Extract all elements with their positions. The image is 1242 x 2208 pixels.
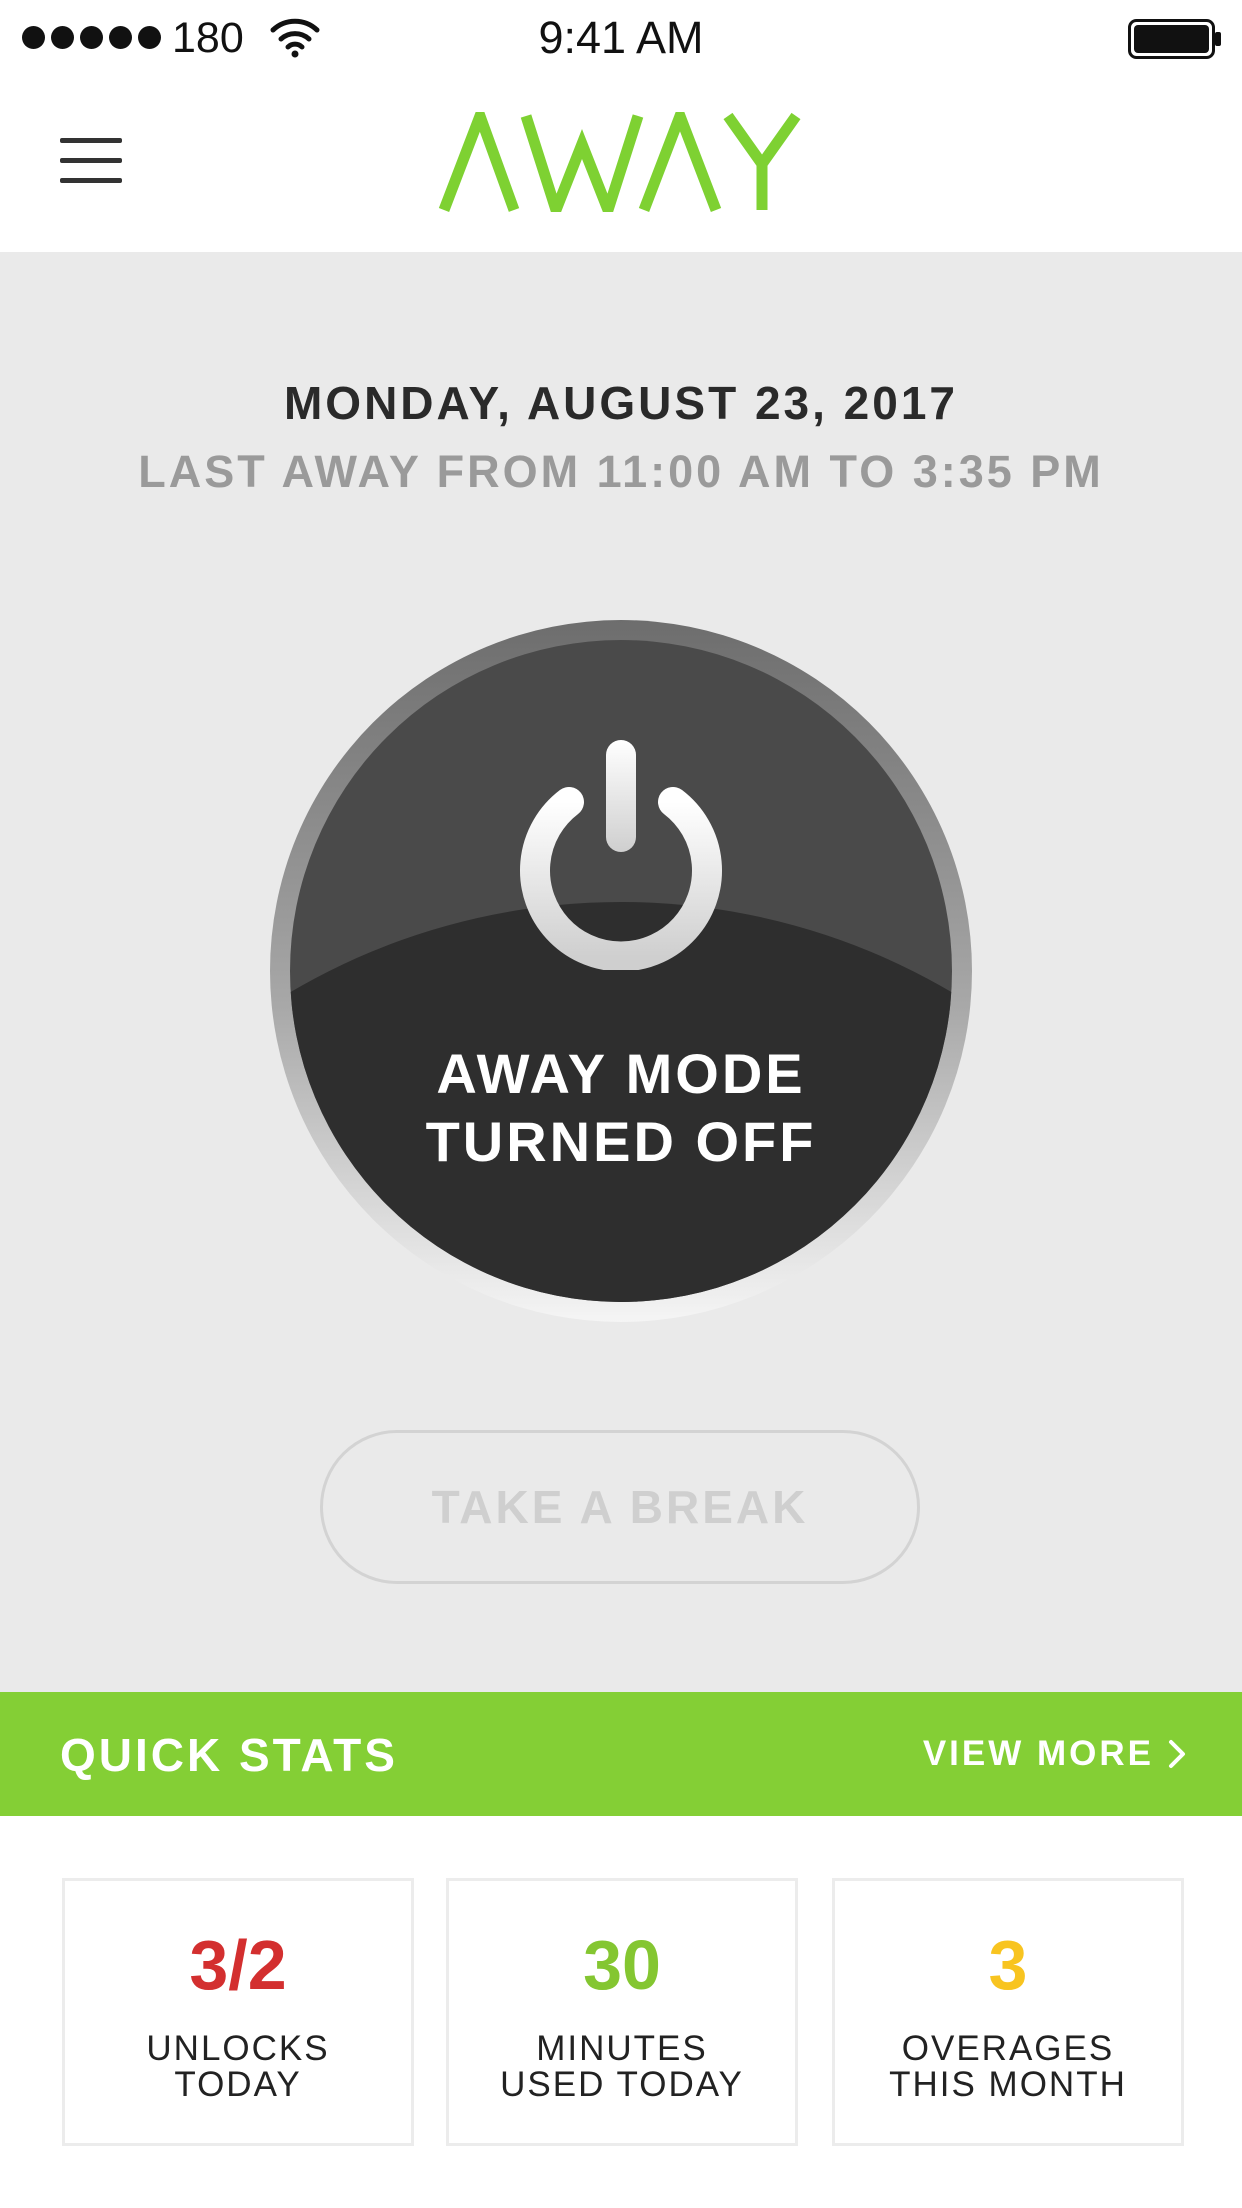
- stat-label-line: THIS MONTH: [889, 2065, 1127, 2104]
- stat-card-minutes: 30 MINUTES USED TODAY: [446, 1878, 798, 2146]
- power-icon: [520, 740, 722, 970]
- stat-card-unlocks: 3/2 UNLOCKS TODAY: [62, 1878, 414, 2146]
- stat-card-overages: 3 OVERAGES THIS MONTH: [832, 1878, 1184, 2146]
- stat-label: UNLOCKS TODAY: [65, 2031, 411, 2103]
- away-mode-status: TURNED OFF: [425, 1110, 817, 1173]
- stat-label-line: USED TODAY: [500, 2065, 744, 2104]
- main-panel: MONDAY, AUGUST 23, 2017 LAST AWAY FROM 1…: [0, 252, 1242, 1692]
- away-mode-label: AWAY MODE: [436, 1042, 806, 1105]
- stat-value: 3: [988, 1926, 1028, 2004]
- stat-label-line: OVERAGES: [901, 2029, 1115, 2068]
- view-more-label: VIEW MORE: [922, 1734, 1154, 1773]
- stat-value: 30: [583, 1926, 661, 2004]
- quick-stats-title: QUICK STATS: [60, 1729, 398, 1781]
- stat-label-line: UNLOCKS: [146, 2029, 330, 2068]
- stat-label: OVERAGES THIS MONTH: [835, 2031, 1181, 2103]
- view-more-link[interactable]: VIEW MORE: [923, 1734, 1186, 1774]
- away-mode-power-button[interactable]: AWAY MODE TURNED OFF: [290, 640, 952, 1302]
- stat-label-line: TODAY: [174, 2065, 302, 2104]
- app-screen: 180 9:41 AM MONDAY, AUGUST 23, 2017 LAST…: [0, 0, 1242, 2208]
- battery-icon: [1128, 19, 1221, 59]
- status-bar: 180 9:41 AM: [0, 0, 1242, 76]
- current-date: MONDAY, AUGUST 23, 2017: [283, 377, 959, 429]
- status-clock: 9:41 AM: [538, 12, 704, 63]
- away-logo: [438, 112, 801, 212]
- chevron-right-icon: [1169, 1740, 1185, 1768]
- last-away-summary: LAST AWAY FROM 11:00 AM TO 3:35 PM: [138, 446, 1104, 497]
- stat-label-line: MINUTES: [536, 2029, 708, 2068]
- app-header: [0, 76, 1242, 252]
- stat-label: MINUTES USED TODAY: [449, 2031, 795, 2103]
- hamburger-menu-icon[interactable]: [60, 138, 122, 186]
- stat-value: 3/2: [189, 1926, 287, 2004]
- take-a-break-button[interactable]: TAKE A BREAK: [320, 1430, 920, 1584]
- quick-stats-bar: QUICK STATS VIEW MORE: [0, 1692, 1242, 1816]
